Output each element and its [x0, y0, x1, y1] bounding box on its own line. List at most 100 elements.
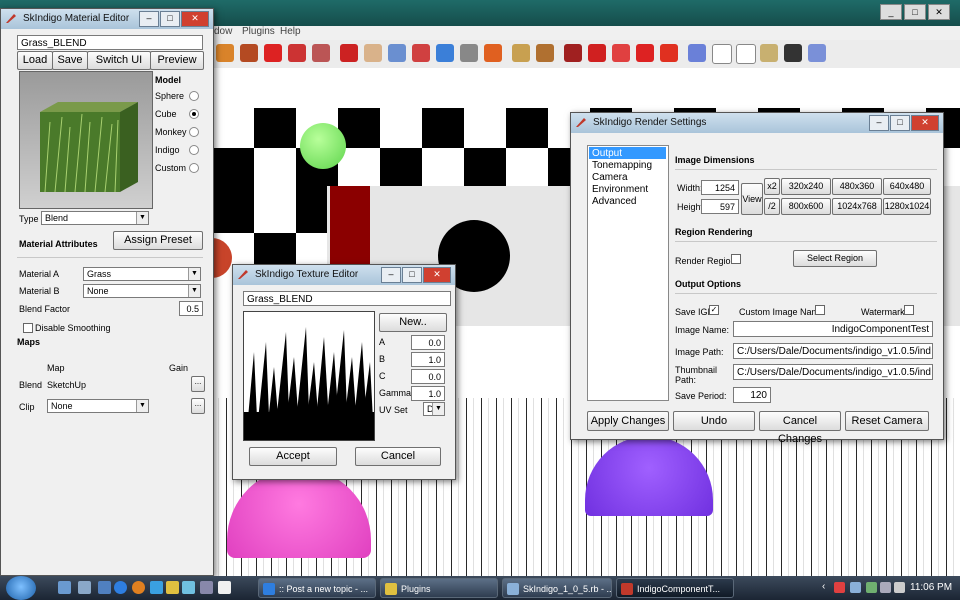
- type-select[interactable]: Blend ▼: [41, 211, 149, 225]
- param-c-field[interactable]: 0.0: [411, 369, 445, 384]
- close-icon[interactable]: ✕: [911, 115, 939, 131]
- save-igi-checkbox[interactable]: ✓: [709, 305, 719, 315]
- model-custom-radio[interactable]: [189, 163, 199, 173]
- cancel-changes-button[interactable]: Cancel Changes: [759, 411, 841, 445]
- preset-1024x768-button[interactable]: 1024x768: [832, 198, 882, 215]
- close-icon[interactable]: ✕: [181, 11, 209, 27]
- tray-app-icon[interactable]: [834, 582, 845, 593]
- apply-changes-button[interactable]: Apply Changes: [587, 411, 669, 431]
- show-desktop-icon[interactable]: [58, 581, 71, 594]
- menu-plugins[interactable]: Plugins: [242, 26, 275, 37]
- nav-item-advanced[interactable]: Advanced: [592, 196, 636, 207]
- nav-item-tonemapping[interactable]: Tonemapping: [592, 160, 652, 171]
- maximize-icon[interactable]: □: [402, 267, 422, 283]
- orbit-icon[interactable]: [340, 44, 358, 62]
- minimize-icon[interactable]: _: [880, 4, 902, 20]
- globe-icon[interactable]: [436, 44, 454, 62]
- thumbnail-path-field[interactable]: C:/Users/Dale/Documents/indigo_v1.0.5/in…: [733, 364, 933, 380]
- uv-set-select[interactable]: D ▼: [423, 402, 445, 416]
- switch-ui-button[interactable]: Switch UI: [87, 51, 151, 70]
- clock[interactable]: 11:06 PM: [910, 582, 952, 593]
- taskbar-item-sketchup[interactable]: IndigoComponentT...: [616, 578, 734, 598]
- rotate-icon[interactable]: [288, 44, 306, 62]
- tray-expand-icon[interactable]: ‹: [822, 581, 825, 592]
- save-button[interactable]: Save: [52, 51, 88, 70]
- firefox-icon[interactable]: [132, 581, 145, 594]
- custom-image-name-checkbox[interactable]: [815, 305, 825, 315]
- paint-icon[interactable]: [216, 44, 234, 62]
- maximize-icon[interactable]: □: [160, 11, 180, 27]
- taskbar-item-script[interactable]: SkIndigo_1_0_5.rb - ...: [502, 578, 612, 598]
- watermark-checkbox[interactable]: [904, 305, 914, 315]
- refresh-icon[interactable]: [636, 44, 654, 62]
- param-b-field[interactable]: 1.0: [411, 352, 445, 367]
- menu-window[interactable]: dow: [214, 26, 232, 37]
- image-name-field[interactable]: IndigoComponentTest: [733, 321, 933, 337]
- double-size-button[interactable]: x2: [764, 178, 780, 195]
- app-icon[interactable]: [150, 581, 163, 594]
- accept-button[interactable]: Accept: [249, 447, 337, 466]
- preset-1280x1024-button[interactable]: 1280x1024: [883, 198, 931, 215]
- clip-map-select[interactable]: None ▼: [47, 399, 149, 413]
- model-sphere-radio[interactable]: [189, 91, 199, 101]
- undo-button[interactable]: Undo: [673, 411, 755, 431]
- cube-wire-icon[interactable]: [712, 44, 732, 64]
- minimize-icon[interactable]: –: [139, 11, 159, 27]
- model-cube-radio[interactable]: [189, 109, 199, 119]
- component-icon[interactable]: [512, 44, 530, 62]
- blend-factor-field[interactable]: 0.5: [179, 301, 203, 316]
- cube-texture-icon[interactable]: [784, 44, 802, 62]
- reset-camera-button[interactable]: Reset Camera: [845, 411, 929, 431]
- delete-icon[interactable]: [588, 44, 606, 62]
- cube-shaded-icon[interactable]: [760, 44, 778, 62]
- material-b-select[interactable]: None ▼: [83, 284, 201, 298]
- menu-help[interactable]: Help: [280, 26, 301, 37]
- maximize-icon[interactable]: □: [890, 115, 910, 131]
- model-monkey-radio[interactable]: [189, 127, 199, 137]
- height-field[interactable]: 597: [701, 199, 739, 214]
- pan-icon[interactable]: [364, 44, 382, 62]
- cancel-button[interactable]: Cancel: [355, 447, 441, 466]
- minimize-icon[interactable]: –: [381, 267, 401, 283]
- half-size-button[interactable]: /2: [764, 198, 780, 215]
- internet-explorer-icon[interactable]: [114, 581, 127, 594]
- tray-volume-icon[interactable]: [880, 582, 891, 593]
- nav-item-environment[interactable]: Environment: [592, 184, 648, 195]
- material-name-field[interactable]: Grass_BLEND: [17, 35, 203, 50]
- tray-network-icon[interactable]: [866, 582, 877, 593]
- render-globe-icon[interactable]: [484, 44, 502, 62]
- maximize-icon[interactable]: □: [904, 4, 926, 20]
- preset-800x600-button[interactable]: 800x600: [781, 198, 831, 215]
- folder-icon[interactable]: [166, 581, 179, 594]
- cube-mono-icon[interactable]: [808, 44, 826, 62]
- start-button[interactable]: [6, 576, 36, 600]
- cube-blue-icon[interactable]: [688, 44, 706, 62]
- render-region-checkbox[interactable]: [731, 254, 741, 264]
- minimize-icon[interactable]: –: [869, 115, 889, 131]
- cube-hidden-icon[interactable]: [736, 44, 756, 64]
- close-icon[interactable]: ✕: [423, 267, 451, 283]
- assign-preset-button[interactable]: Assign Preset: [113, 231, 203, 250]
- nav-item-camera[interactable]: Camera: [592, 172, 628, 183]
- switch-windows-icon[interactable]: [78, 581, 91, 594]
- view-button[interactable]: View: [741, 183, 763, 215]
- nav-item-output[interactable]: Output: [592, 148, 622, 159]
- load-button[interactable]: Load: [17, 51, 53, 70]
- blend-map-browse-button[interactable]: ...: [191, 376, 205, 392]
- push-pull-icon[interactable]: [240, 44, 258, 62]
- width-field[interactable]: 1254: [701, 180, 739, 195]
- zoom-icon[interactable]: [388, 44, 406, 62]
- model-indigo-radio[interactable]: [189, 145, 199, 155]
- follow-me-icon[interactable]: [312, 44, 330, 62]
- tray-app-icon-2[interactable]: [850, 582, 861, 593]
- clip-map-browse-button[interactable]: ...: [191, 398, 205, 414]
- media-icon[interactable]: [98, 581, 111, 594]
- param-a-field[interactable]: 0.0: [411, 335, 445, 350]
- taskbar-item-forum[interactable]: :: Post a new topic - ...: [258, 578, 376, 598]
- zoom-extents-icon[interactable]: [412, 44, 430, 62]
- image-path-field[interactable]: C:/Users/Dale/Documents/indigo_v1.0.5/in…: [733, 343, 933, 359]
- preset-480x360-button[interactable]: 480x360: [832, 178, 882, 195]
- pointer-icon[interactable]: [660, 44, 678, 62]
- taskbar-item-plugins[interactable]: Plugins: [380, 578, 498, 598]
- document-icon[interactable]: [218, 581, 231, 594]
